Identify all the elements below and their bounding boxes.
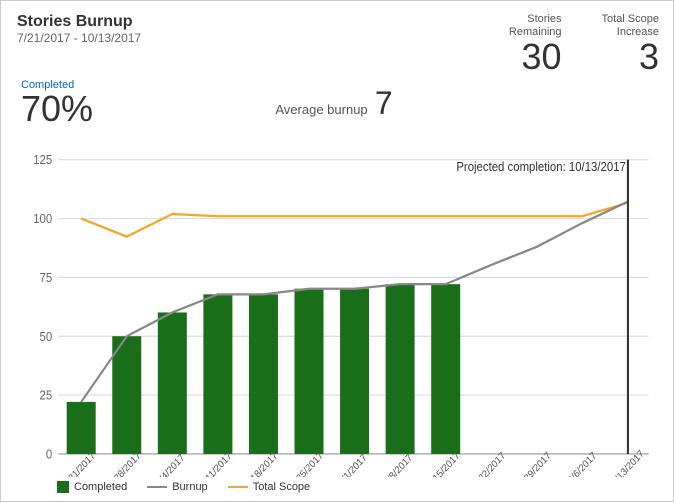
bar-3 [203,295,232,455]
svg-text:125: 125 [33,153,52,168]
metrics-row: Completed 70% Average burnup 7 [17,79,659,127]
svg-text:25: 25 [40,389,53,404]
dashboard-container: Stories Burnup 7/21/2017 - 10/13/2017 St… [1,1,674,503]
burnup-chart: 0 25 50 75 100 125 [17,137,659,477]
legend-total-scope-line [228,486,248,488]
svg-text:75: 75 [40,271,53,286]
total-scope-block: Total ScopeIncrease 3 [602,13,659,75]
stories-remaining-value: 30 [521,39,561,75]
legend-burnup-line [147,486,167,488]
svg-text:50: 50 [40,330,53,345]
stats-section: StoriesRemaining 30 Total ScopeIncrease … [509,13,659,75]
completed-value: 70% [21,91,93,127]
x-label-2: 8/4/2017 [154,453,187,477]
bar-4 [249,295,278,455]
bar-8 [431,285,460,455]
chart-legend: Completed Burnup Total Scope [17,481,659,493]
chart-area: 0 25 50 75 100 125 [17,137,659,477]
legend-completed-label: Completed [74,481,127,493]
legend-burnup-label: Burnup [172,481,207,493]
total-scope-value: 3 [639,39,659,75]
stories-remaining-block: StoriesRemaining 30 [509,13,562,75]
bar-5 [295,289,324,454]
bar-2 [158,313,187,455]
title-block: Stories Burnup 7/21/2017 - 10/13/2017 [17,13,141,45]
x-label-12: 10/13/2017 [606,449,646,477]
bar-1 [112,337,141,455]
svg-text:0: 0 [46,447,53,462]
average-metric: Average burnup 7 [275,85,392,122]
chart-title: Stories Burnup [17,13,141,31]
legend-completed: Completed [57,481,127,493]
svg-text:100: 100 [33,212,52,227]
bar-0 [67,402,96,454]
x-label-6: 9/1/2017 [336,453,369,477]
legend-burnup: Burnup [147,481,207,493]
bar-6 [340,289,369,454]
x-label-7: 9/8/2017 [382,453,415,477]
completed-metric: Completed 70% [21,79,93,127]
legend-total-scope: Total Scope [228,481,310,493]
bar-7 [386,285,415,455]
average-label: Average burnup 7 [275,85,392,122]
average-value: 7 [375,85,393,121]
total-scope-line [81,203,628,237]
chart-subtitle: 7/21/2017 - 10/13/2017 [17,31,141,45]
legend-completed-box [57,481,69,493]
projection-label: Projected completion: 10/13/2017 [456,160,626,175]
top-section: Stories Burnup 7/21/2017 - 10/13/2017 St… [17,13,659,75]
legend-total-scope-label: Total Scope [253,481,310,493]
